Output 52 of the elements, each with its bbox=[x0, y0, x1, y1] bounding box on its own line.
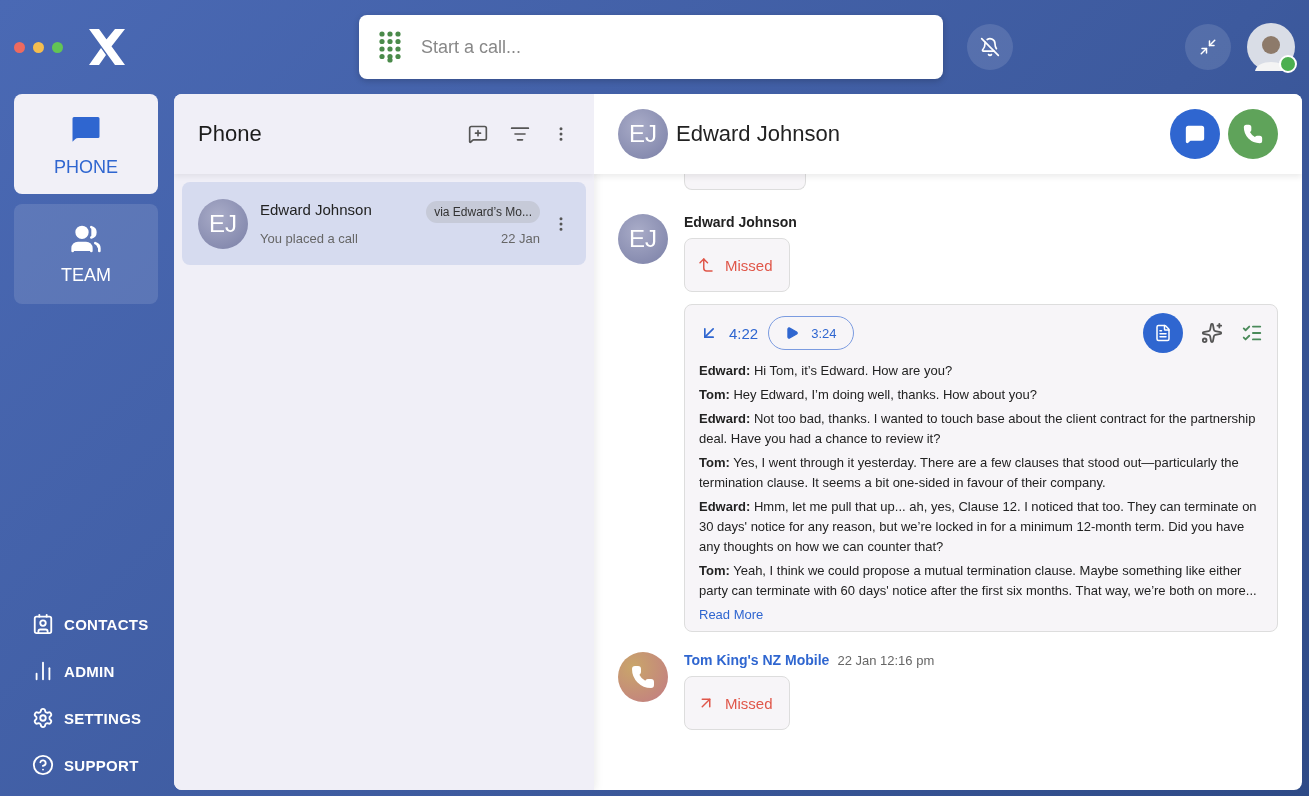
window-close-dot[interactable] bbox=[14, 41, 25, 53]
contact-name: Edward Johnson bbox=[260, 201, 373, 220]
sidebar-link[interactable]: SETTINGS bbox=[32, 707, 158, 729]
contact-card-icon bbox=[32, 613, 54, 635]
panel-title: Phone bbox=[198, 121, 263, 147]
transcript-line: Edward: Not too bad, thanks. I wanted to touch base about the client contract for the partnership deal. Have you had a chance to review it? bbox=[699, 410, 1257, 448]
document-icon bbox=[1154, 324, 1172, 342]
sender-name[interactable]: Tom King's NZ Mobile bbox=[684, 652, 830, 668]
avatar: EJ bbox=[618, 109, 668, 159]
nav-tab[interactable]: PHONE bbox=[14, 94, 158, 194]
search-field[interactable]: Start a call... bbox=[359, 15, 943, 79]
phone-icon bbox=[1243, 124, 1263, 144]
new-message-icon[interactable] bbox=[468, 124, 488, 144]
missed-call-pill: Missed bbox=[684, 238, 790, 292]
item-date: 22 Jan bbox=[500, 231, 540, 246]
filter-icon[interactable] bbox=[510, 124, 530, 144]
message-time: 22 Jan 12:16 pm bbox=[837, 653, 935, 668]
missed-call-pill: Missed bbox=[684, 676, 790, 730]
sender-name: Edward Johnson bbox=[684, 214, 797, 230]
window-zoom-dot[interactable] bbox=[52, 41, 63, 53]
last-activity: You placed a call bbox=[260, 231, 359, 246]
dialpad-icon bbox=[379, 31, 401, 63]
nav-tab[interactable]: TEAM bbox=[14, 204, 158, 304]
transcript-line: Tom: Yes, I went through it yesterday. There are a few clauses that stood out—particularly the termination clause. It seems a bit one-sided in favour of their company. bbox=[699, 454, 1240, 492]
sidebar-link[interactable]: CONTACTS bbox=[32, 613, 158, 635]
sidebar-link[interactable]: SUPPORT bbox=[32, 754, 158, 776]
chat-icon bbox=[1185, 124, 1205, 144]
transcript-line: Tom: Yeah, I think we could propose a mutual termination clause. Maybe something like either party can terminate with 60 days' notice after the first six months. That way, we’re both on more... bbox=[699, 562, 1258, 600]
conversation-title: Edward Johnson bbox=[676, 121, 841, 147]
transcript-line: Edward: Hi Tom, it’s Edward. How are you? bbox=[699, 362, 954, 380]
transcript-line: Edward: Hmm, let me pull that up... ah, yes, Clause 12. I noticed that too. They can terminate on 30 days' notice for any reason, but we’re locked in for a minimum 12-month term. Did you have any thoughts on how we can counter that? bbox=[699, 498, 1258, 556]
message-button[interactable] bbox=[1170, 109, 1220, 159]
avatar: EJ bbox=[618, 214, 668, 264]
bell-off-icon[interactable] bbox=[967, 24, 1013, 70]
transcript-button[interactable] bbox=[1143, 313, 1183, 353]
play-icon bbox=[785, 326, 800, 340]
line-badge: via Edward’s Mo... bbox=[426, 201, 540, 223]
conversation-item[interactable]: EJ Edward Johnson via Edward’s Mo... You placed a call 22 Jan bbox=[182, 182, 586, 265]
help-icon bbox=[32, 754, 54, 776]
read-more-link[interactable]: Read More bbox=[699, 607, 764, 622]
profile-avatar[interactable] bbox=[1247, 23, 1295, 71]
sparkles-icon[interactable] bbox=[1201, 322, 1223, 344]
avatar: EJ bbox=[198, 198, 248, 249]
settings-icon bbox=[32, 707, 54, 729]
window-minimize-dot[interactable] bbox=[33, 41, 44, 53]
logo-icon bbox=[87, 27, 127, 67]
transcript-line: Tom: Hey Edward, I’m doing well, thanks. How about you? bbox=[699, 386, 1038, 404]
call-duration: 4:22 bbox=[729, 324, 759, 342]
sidebar-link[interactable]: ADMIN bbox=[32, 660, 158, 682]
phone-icon bbox=[631, 665, 655, 689]
call-button[interactable] bbox=[1228, 109, 1278, 159]
minimize-icon[interactable] bbox=[1185, 24, 1231, 70]
